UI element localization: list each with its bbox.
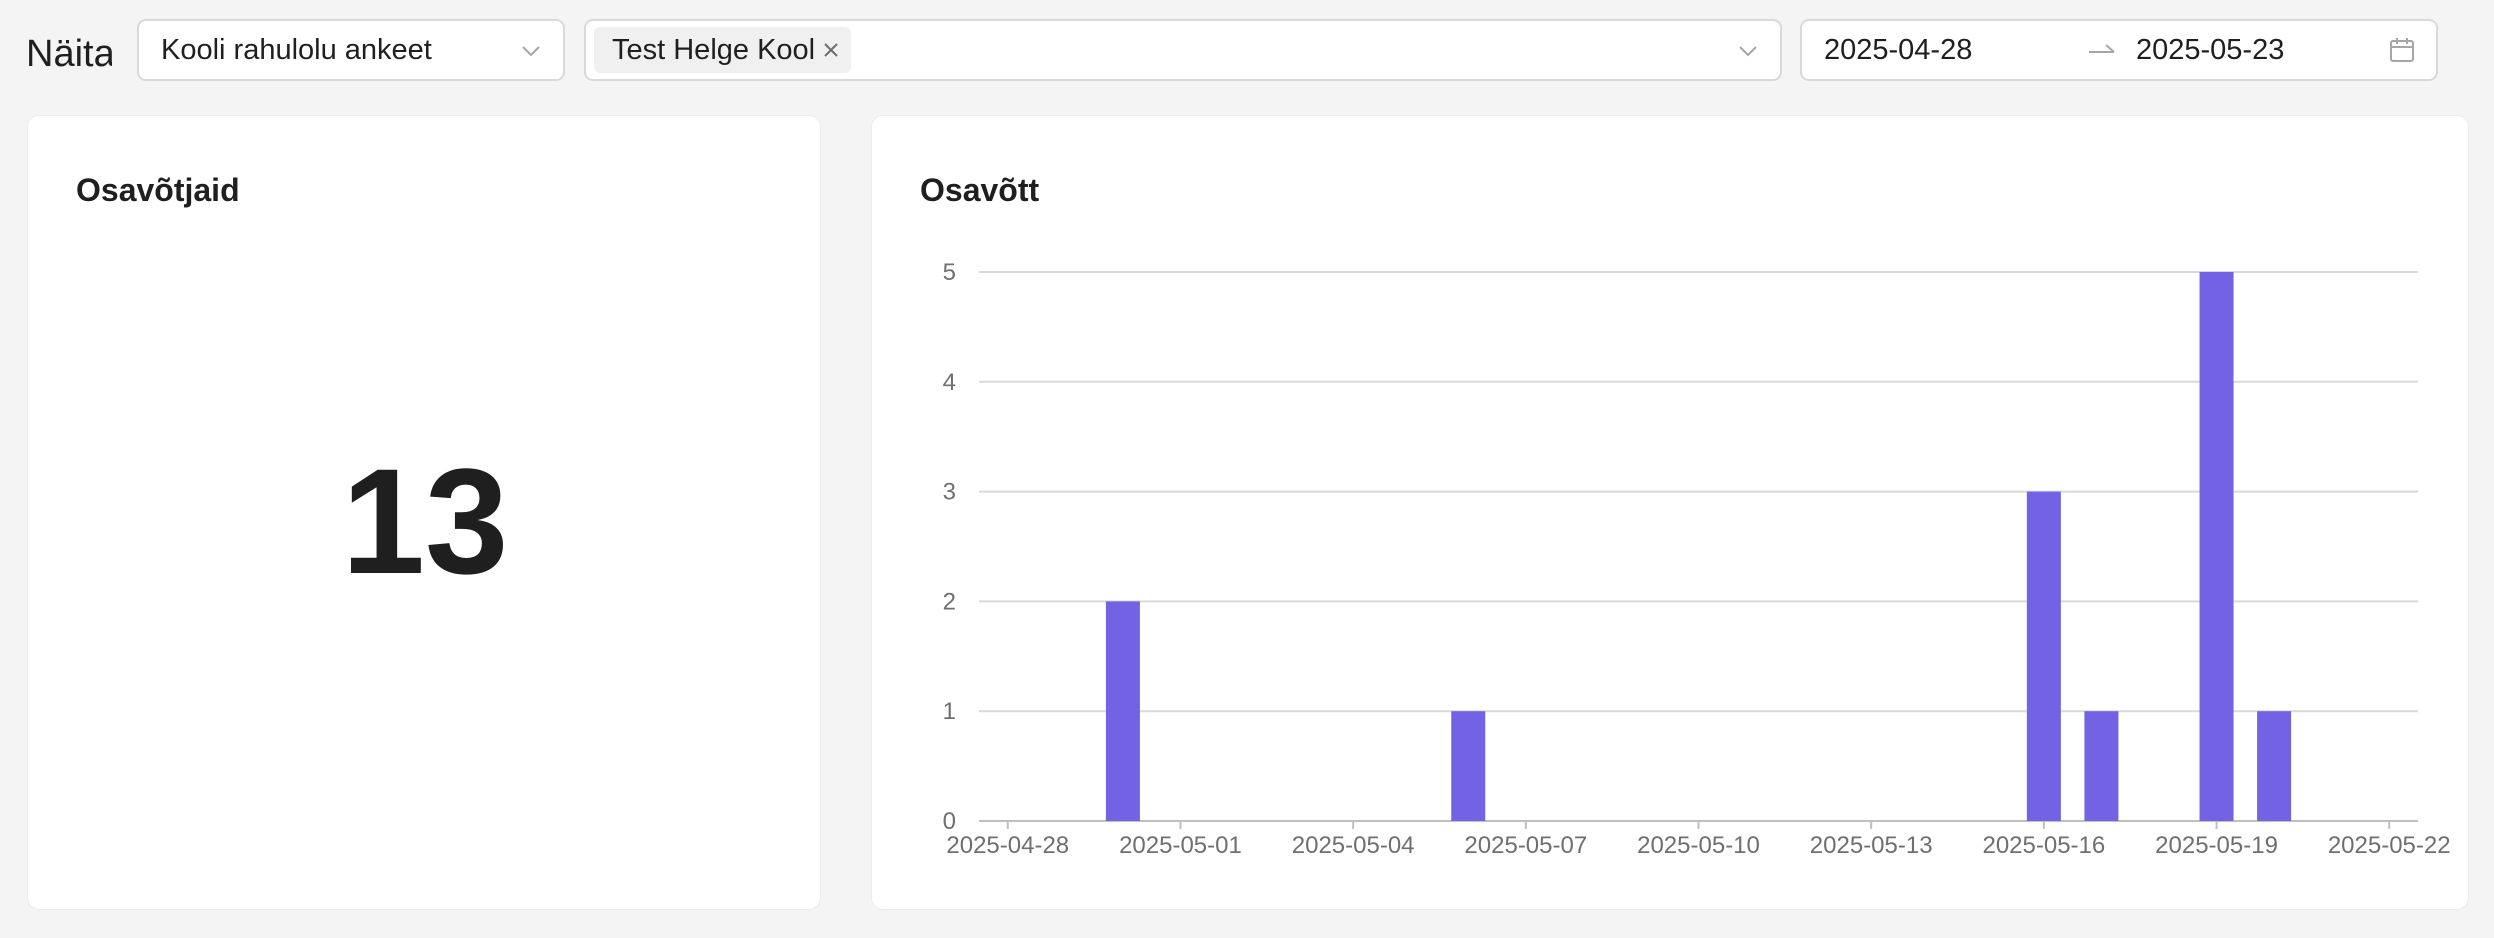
x-tick-label: 2025-05-01 xyxy=(1119,832,1242,859)
arrow-right-icon xyxy=(2089,44,2115,53)
bar-2025-05-17 xyxy=(2084,711,2119,821)
x-tick-label: 2025-05-04 xyxy=(1292,832,1415,859)
show-label: Näita xyxy=(26,33,112,75)
participation-bar-chart: 0 1 2 3 4 5 2025-04-28 2025-05-01 2025-05-04 2025… xyxy=(943,259,2451,859)
date-start-input[interactable]: 2025-04-28 xyxy=(1824,21,1972,79)
chevron-down-icon xyxy=(1739,46,1757,57)
x-tick-label: 2025-05-22 xyxy=(2328,832,2451,859)
date-range-picker[interactable]: 2025-04-28 2025-05-23 xyxy=(1800,19,2438,81)
participants-count: 13 xyxy=(341,437,509,605)
y-tick-label: 0 xyxy=(943,808,956,835)
x-tick-label: 2025-04-28 xyxy=(946,832,1069,859)
bar-2025-05-19 xyxy=(2199,272,2234,821)
y-tick-label: 3 xyxy=(943,479,956,506)
date-end-input[interactable]: 2025-05-23 xyxy=(2136,21,2284,79)
calendar-icon xyxy=(2390,38,2414,62)
y-tick-label: 2 xyxy=(943,588,956,615)
bar-2025-05-20 xyxy=(2257,711,2292,821)
school-multiselect[interactable]: Test Helge Kool xyxy=(584,19,1782,81)
bar-2025-05-06 xyxy=(1451,711,1486,821)
school-tag-label: Test Helge Kool xyxy=(612,34,816,66)
x-tick-label: 2025-05-19 xyxy=(2155,832,2278,859)
y-tick-label: 1 xyxy=(943,698,956,725)
survey-select-value: Kooli rahulolu ankeet xyxy=(161,34,432,66)
participation-card: Osavõtt 0 1 2 3 4 5 2025-04-28 2025-05-01 2025-0… xyxy=(871,115,2469,910)
y-tick-label: 5 xyxy=(943,259,956,286)
chevron-down-icon xyxy=(522,46,540,57)
survey-select[interactable]: Kooli rahulolu ankeet xyxy=(137,19,565,81)
bar-2025-05-16 xyxy=(2026,491,2061,821)
filter-toolbar: Näita Kooli rahulolu ankeet Test Helge K… xyxy=(0,0,2494,100)
close-icon[interactable] xyxy=(822,41,840,59)
school-tag: Test Helge Kool xyxy=(594,27,851,73)
x-tick-label: 2025-05-16 xyxy=(1982,832,2105,859)
participants-card: Osavõtjaid 13 xyxy=(27,115,821,910)
x-tick-label: 2025-05-13 xyxy=(1810,832,1933,859)
y-tick-label: 4 xyxy=(943,369,956,396)
x-tick-label: 2025-05-07 xyxy=(1464,832,1587,859)
participants-card-title: Osavõtjaid xyxy=(76,172,240,208)
bar-2025-04-30 xyxy=(1105,601,1140,821)
x-tick-label: 2025-05-10 xyxy=(1637,832,1760,859)
